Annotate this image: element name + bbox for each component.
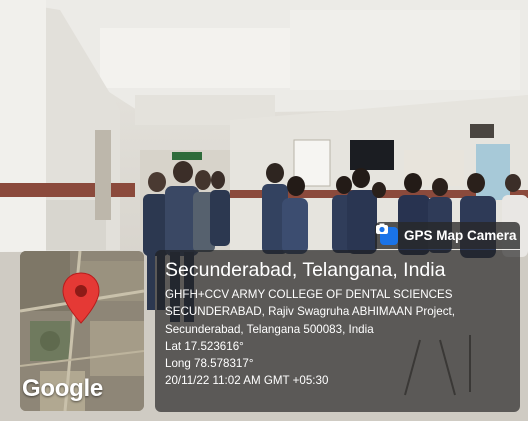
- latitude: Lat 17.523616°: [165, 339, 244, 353]
- corridor-photo: GPS Map Camera Google Secunderabad, Tela…: [0, 0, 528, 421]
- address-block: GHFH+CCV ARMY COLLEGE OF DENTAL SCIENCES…: [165, 286, 512, 338]
- address-line: Secunderabad, Telangana 500083, India: [165, 322, 374, 336]
- gps-map-camera-label: GPS Map Camera: [404, 228, 517, 243]
- address-line: GHFH+CCV ARMY COLLEGE OF DENTAL SCIENCES: [165, 288, 453, 301]
- gps-map-camera-icon: [376, 223, 398, 245]
- location-title: Secunderabad, Telangana, India: [165, 259, 446, 281]
- google-logo: Google: [22, 375, 103, 402]
- map-thumbnail: Google: [20, 251, 144, 411]
- longitude: Long 78.578317°: [165, 357, 254, 371]
- gps-map-camera-badge: GPS Map Camera: [375, 222, 520, 249]
- timestamp: 20/11/22 11:02 AM GMT +05:30: [165, 374, 329, 388]
- address-line: SECUNDERABAD, Rajiv Swagruha ABHIMAAN Pr…: [165, 305, 455, 319]
- location-info-panel: Secunderabad, Telangana, India GHFH+CCV …: [155, 250, 520, 412]
